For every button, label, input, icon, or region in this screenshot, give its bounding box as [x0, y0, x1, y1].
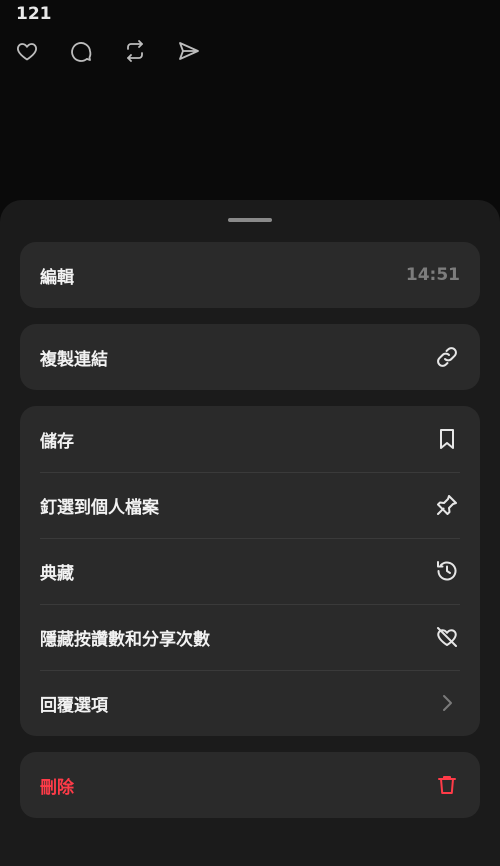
edit-label: 編輯 [40, 267, 74, 288]
pin-label: 釘選到個人檔案 [40, 497, 159, 518]
delete-menu-item[interactable]: 刪除 [20, 752, 480, 818]
like-count: 121 [16, 4, 52, 24]
options-card: 儲存 釘選到個人檔案 典藏 隱藏按讚數和分享次數 回覆選項 [20, 406, 480, 736]
save-menu-item[interactable]: 儲存 [20, 406, 480, 472]
copy-link-card: 複製連結 [20, 324, 480, 390]
delete-card: 刪除 [20, 752, 480, 818]
hide-likes-icon [434, 624, 460, 650]
pin-to-profile-menu-item[interactable]: 釘選到個人檔案 [20, 472, 480, 538]
post-footer: 121 [0, 0, 500, 80]
archive-menu-item[interactable]: 典藏 [20, 538, 480, 604]
action-sheet: 編輯 14:51 複製連結 儲存 釘選到個人檔案 典藏 隱藏按讚數和分享次數 回… [0, 200, 500, 866]
chevron-right-icon [434, 690, 460, 716]
comment-icon[interactable] [68, 38, 94, 64]
copy-link-label: 複製連結 [40, 349, 108, 370]
heart-icon[interactable] [14, 38, 40, 64]
link-icon [434, 344, 460, 370]
bookmark-icon [434, 426, 460, 452]
hide-likes-menu-item[interactable]: 隱藏按讚數和分享次數 [20, 604, 480, 670]
save-label: 儲存 [40, 431, 74, 452]
hide-likes-label: 隱藏按讚數和分享次數 [40, 629, 210, 650]
archive-label: 典藏 [40, 563, 74, 584]
reply-options-menu-item[interactable]: 回覆選項 [20, 670, 480, 736]
trash-icon [434, 772, 460, 798]
pin-icon [434, 492, 460, 518]
archive-history-icon [434, 558, 460, 584]
edit-menu-item[interactable]: 編輯 14:51 [20, 242, 480, 308]
share-icon[interactable] [176, 38, 202, 64]
delete-label: 刪除 [40, 777, 74, 798]
sheet-grabber[interactable] [228, 218, 272, 222]
repost-icon[interactable] [122, 38, 148, 64]
post-actions [14, 38, 202, 64]
edit-time: 14:51 [405, 265, 460, 285]
reply-options-label: 回覆選項 [40, 695, 108, 716]
edit-card: 編輯 14:51 [20, 242, 480, 308]
copy-link-menu-item[interactable]: 複製連結 [20, 324, 480, 390]
